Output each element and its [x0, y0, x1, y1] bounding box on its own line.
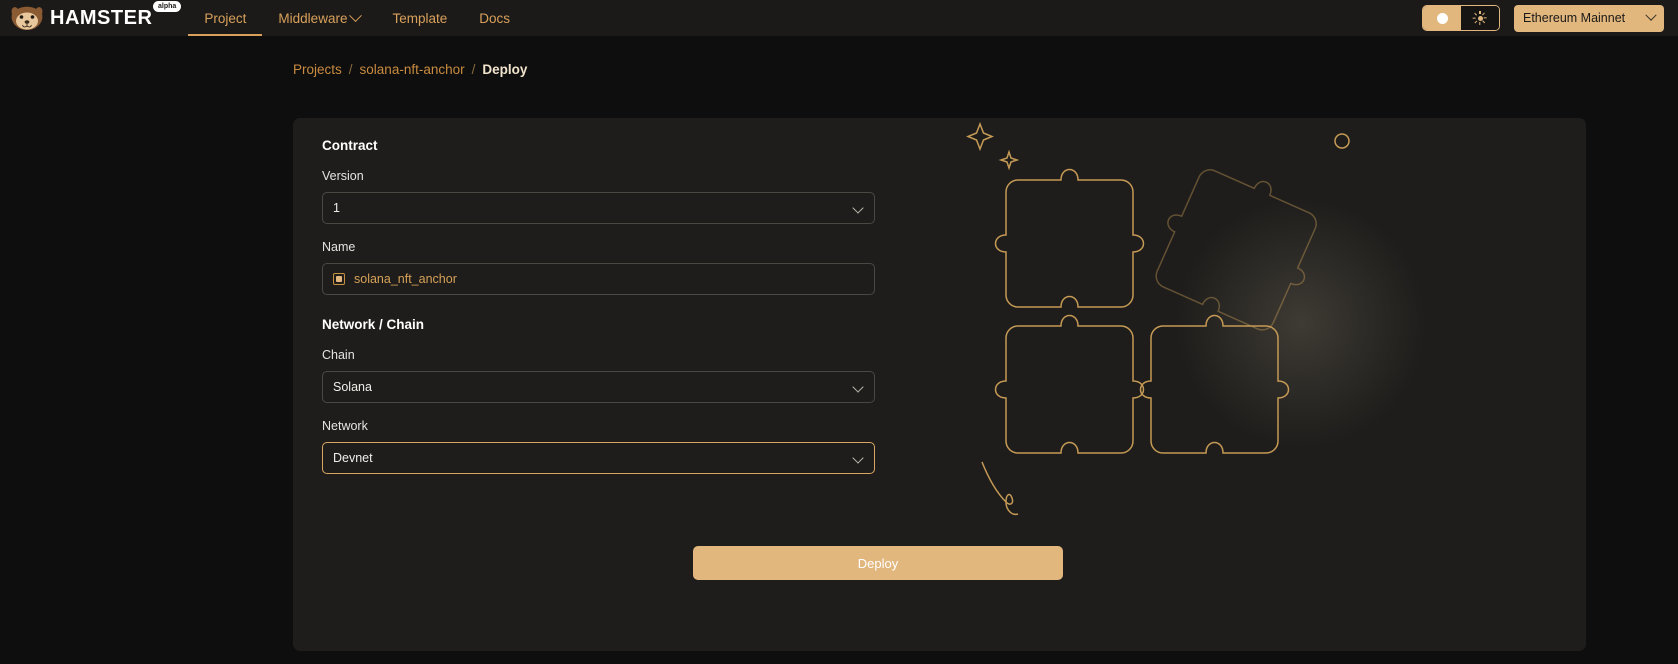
- chevron-down-icon: [1645, 9, 1657, 21]
- nav-item-template[interactable]: Template: [376, 0, 463, 36]
- deploy-panel: Contract Version 1 Name solana_nft_ancho…: [293, 118, 1586, 651]
- contract-section-title: Contract: [322, 138, 378, 153]
- name-input-value: solana_nft_anchor: [354, 272, 457, 286]
- hamster-logo-icon: [10, 5, 44, 31]
- nav-item-docs[interactable]: Docs: [463, 0, 526, 36]
- network-selector-value: Ethereum Mainnet: [1523, 11, 1626, 25]
- theme-toggle-dark-option[interactable]: [1423, 6, 1461, 30]
- chevron-down-icon: [852, 452, 864, 464]
- name-label: Name: [322, 240, 356, 254]
- breadcrumb-separator: /: [471, 62, 476, 77]
- network-selector[interactable]: Ethereum Mainnet: [1514, 4, 1664, 32]
- brand-name: HAMSTER: [50, 7, 153, 29]
- nav-item-middleware-label: Middleware: [278, 10, 348, 26]
- chevron-down-icon: [852, 202, 864, 214]
- top-navigation-bar: HAMSTER alpha Project Middleware Templat…: [0, 0, 1678, 36]
- moon-icon: [1436, 12, 1448, 24]
- breadcrumb-separator: /: [348, 62, 353, 77]
- topbar-actions: Ethereum Mainnet: [1422, 0, 1678, 36]
- primary-nav: Project Middleware Template Docs: [188, 0, 526, 36]
- nav-item-middleware[interactable]: Middleware: [262, 0, 376, 36]
- version-select[interactable]: 1: [322, 192, 875, 224]
- theme-toggle-light-option[interactable]: [1461, 6, 1499, 30]
- deploy-button[interactable]: Deploy: [693, 546, 1063, 580]
- breadcrumb-current-page: Deploy: [482, 62, 528, 77]
- nav-item-docs-label: Docs: [479, 10, 510, 26]
- network-label: Network: [322, 419, 368, 433]
- network-select[interactable]: Devnet: [322, 442, 875, 474]
- alpha-badge: alpha: [153, 1, 182, 12]
- breadcrumb: Projects / solana-nft-anchor / Deploy: [0, 36, 1678, 77]
- chevron-down-icon: [349, 8, 363, 22]
- breadcrumb-project-name[interactable]: solana-nft-anchor: [360, 62, 465, 77]
- nav-item-template-label: Template: [392, 10, 448, 26]
- theme-toggle[interactable]: [1422, 5, 1500, 31]
- chain-select-value: Solana: [333, 380, 372, 394]
- chain-label: Chain: [322, 348, 355, 362]
- name-input[interactable]: solana_nft_anchor: [322, 263, 875, 295]
- version-select-value: 1: [333, 201, 340, 215]
- chain-select[interactable]: Solana: [322, 371, 875, 403]
- breadcrumb-projects[interactable]: Projects: [293, 62, 342, 77]
- deploy-form: Contract Version 1 Name solana_nft_ancho…: [322, 138, 875, 490]
- network-chain-section-title: Network / Chain: [322, 317, 425, 332]
- version-label: Version: [322, 169, 364, 183]
- chevron-down-icon: [852, 381, 864, 393]
- network-select-value: Devnet: [333, 451, 373, 465]
- brand-logo[interactable]: HAMSTER alpha: [10, 0, 182, 36]
- sun-icon: [1473, 11, 1488, 25]
- checkbox-icon[interactable]: [333, 273, 345, 285]
- nav-item-project[interactable]: Project: [188, 0, 263, 36]
- nav-item-project-label: Project: [204, 10, 247, 26]
